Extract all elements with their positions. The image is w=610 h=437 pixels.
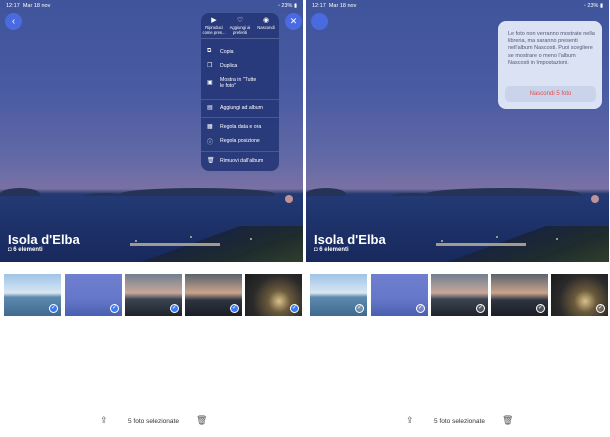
right-panel: 12:17 Mar 18 nov ◦ 23% ▮ Isola d'Elba ◘ … [306,0,609,437]
thumbnail-grid: ✓ ✓ ✓ ✓ ✓ [4,274,303,316]
photo-thumbnail[interactable]: ✓ [431,274,488,316]
share-icon: ⇪ [406,415,414,425]
delete-button[interactable]: 🗑 [196,415,207,426]
status-battery: ◦ 23% ▮ [277,3,297,9]
hide-button[interactable]: ◉ Nascondi [253,16,279,30]
slideshow-button[interactable]: ▶ Riproduci come pres... [201,16,227,35]
info-icon: ⓘ [207,140,214,146]
status-battery: ◦ 23% ▮ [583,3,603,9]
chevron-left-icon: ‹ [11,16,16,27]
hide-confirmation-popover: Le foto non verranno mostrate nella libr… [498,21,602,109]
photo-thumbnail[interactable]: ✓ [65,274,122,316]
checkmark-icon: ✓ [49,304,58,313]
delete-button[interactable]: 🗑 [502,415,513,426]
back-button[interactable]: ‹ [5,13,22,30]
status-time-date: 12:17 Mar 18 nov [312,3,357,9]
photo-thumbnail[interactable]: ✓ [371,274,428,316]
share-button[interactable]: ⇪ [406,415,414,426]
menu-item-adjust-location[interactable]: ⓘ Regola posizione [207,137,275,147]
checkmark-icon: ✓ [170,304,179,313]
photo-thumbnail[interactable]: ✓ [551,274,608,316]
back-button[interactable] [311,13,328,30]
photo-thumbnail[interactable]: ✓ [491,274,548,316]
favorite-button[interactable]: ♡ Aggiungi ai preferiti [227,16,253,35]
bottom-toolbar: ⇪ 5 foto selezionate 🗑 [0,412,303,432]
status-time-date: 12:17 Mar 18 nov [6,3,51,9]
selection-count: 5 foto selezionate [434,418,485,425]
popover-message: Le foto non verranno mostrate nella libr… [508,31,595,66]
menu-item-copy[interactable]: ⧉ Copia [207,48,275,58]
photo-icon: ▣ [207,80,213,86]
album-title: Isola d'Elba [8,232,80,247]
trash-icon: 🗑 [207,158,215,164]
checkmark-icon: ✓ [476,304,485,313]
menu-top-actions: ▶ Riproduci come pres... ♡ Aggiungi ai p… [201,13,279,39]
selection-count: 5 foto selezionate [128,418,179,425]
left-panel: 12:17 Mar 18 nov ◦ 23% ▮ ‹ ✕ Isola d'Elb… [0,0,303,437]
close-icon: ✕ [289,16,298,26]
trash-icon: 🗑 [502,415,514,425]
photo-thumbnail[interactable]: ✓ [4,274,61,316]
album-icon: ▤ [207,105,213,111]
checkmark-icon: ✓ [355,304,364,313]
menu-divider [201,151,279,152]
photo-thumbnail[interactable]: ✓ [125,274,182,316]
checkmark-icon: ✓ [536,304,545,313]
album-count: ◘ 6 elementi [314,247,349,253]
photo-thumbnail[interactable]: ✓ [185,274,242,316]
screen: 12:17 Mar 18 nov ◦ 23% ▮ ‹ ✕ Isola d'Elb… [0,0,610,437]
photo-thumbnail[interactable]: ✓ [245,274,302,316]
menu-item-duplicate[interactable]: ❐ Duplica [207,62,275,72]
checkmark-icon: ✓ [110,304,119,313]
trash-icon: 🗑 [196,415,208,425]
context-menu: ▶ Riproduci come pres... ♡ Aggiungi ai p… [201,13,279,171]
bottom-toolbar: ⇪ 5 foto selezionate 🗑 [306,412,609,432]
duplicate-icon: ❐ [207,63,213,69]
menu-divider [201,99,279,100]
menu-divider [201,117,279,118]
album-count: ◘ 6 elementi [8,247,43,253]
menu-item-add-to-album[interactable]: ▤ Aggiungi ad album [207,104,275,114]
checkmark-icon: ✓ [416,304,425,313]
share-icon: ⇪ [100,415,108,425]
checkmark-icon: ✓ [290,304,299,313]
menu-item-remove-from-album[interactable]: 🗑 Rimuovi dall'album [207,157,275,167]
album-title: Isola d'Elba [314,232,386,247]
menu-item-show-all-photos[interactable]: ▣ Mostra in "Tutte le foto" [207,76,275,94]
close-button[interactable]: ✕ [285,13,302,30]
thumbnail-grid: ✓ ✓ ✓ ✓ ✓ [310,274,609,316]
status-bar: 12:17 Mar 18 nov ◦ 23% ▮ [312,3,603,12]
menu-item-adjust-date[interactable]: ▦ Regola data e ora [207,123,275,133]
share-button[interactable]: ⇪ [100,415,108,426]
checkmark-icon: ✓ [596,304,605,313]
copy-icon: ⧉ [207,48,212,54]
photo-thumbnail[interactable]: ✓ [310,274,367,316]
heart-icon: ♡ [236,17,244,24]
status-bar: 12:17 Mar 18 nov ◦ 23% ▮ [6,3,297,12]
checkmark-icon: ✓ [230,304,239,313]
hide-photos-button[interactable]: Nascondi 5 foto [505,86,596,102]
eye-icon: ◉ [262,17,270,24]
calendar-icon: ▦ [207,124,213,130]
play-icon: ▶ [211,17,217,24]
